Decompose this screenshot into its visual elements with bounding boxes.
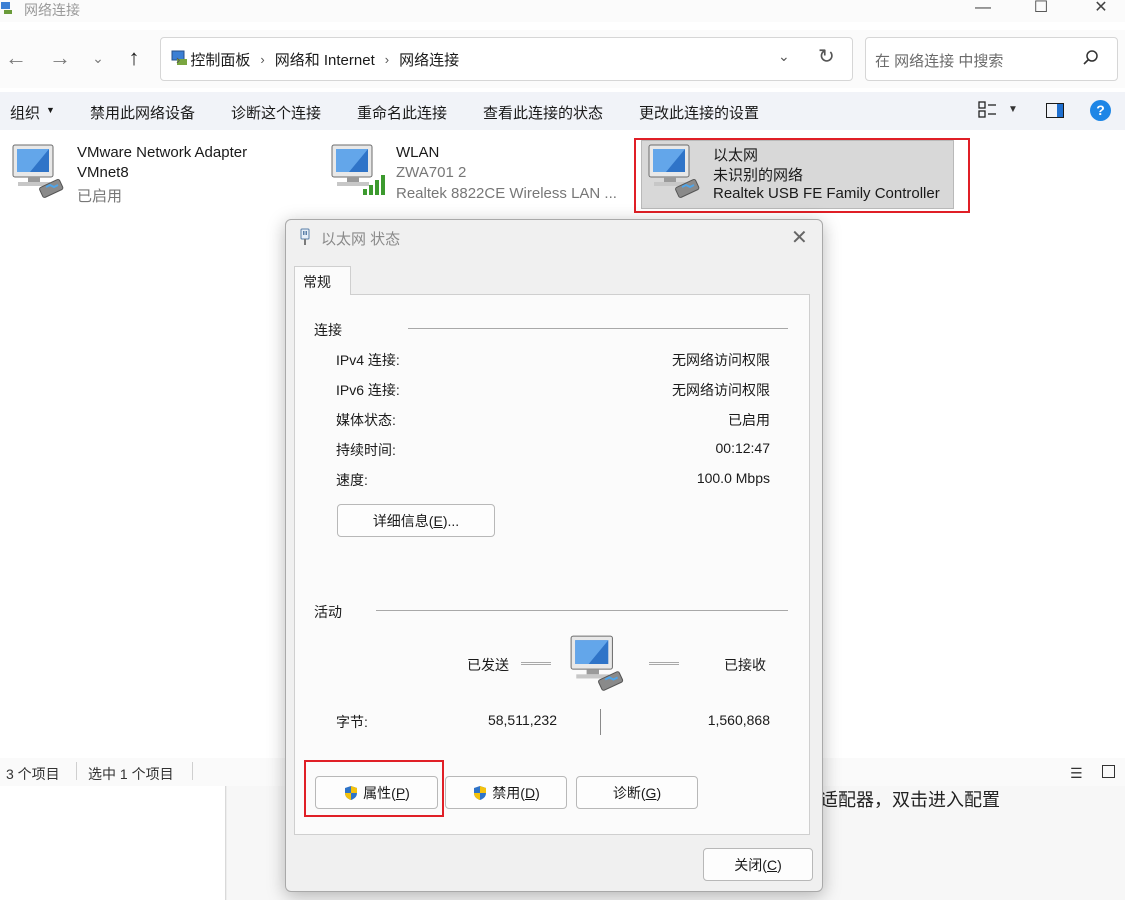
breadcrumb-separator-icon[interactable]: › (385, 52, 389, 67)
media-state-value: 已启用 (728, 412, 770, 428)
adapter-name[interactable]: WLAN (396, 144, 439, 161)
view-options-caret-icon[interactable]: ▼ (1008, 104, 1018, 115)
wifi-adapter-icon (331, 144, 385, 195)
address-dropdown-chevron-icon[interactable]: ⌄ (778, 48, 790, 65)
back-arrow-icon[interactable]: ← (2, 44, 30, 72)
details-button[interactable]: 详细信息(E)... (337, 504, 495, 537)
search-placeholder: 在 网络连接 中搜索 (875, 53, 1004, 70)
item-count: 3 个项目 (6, 766, 60, 782)
breadcrumb: › 控制面板 › 网络和 Internet › 网络连接 (176, 49, 459, 70)
bytes-divider (600, 709, 601, 735)
breadcrumb-item-network-internet[interactable]: 网络和 Internet (275, 49, 375, 70)
properties-button[interactable]: 属性(P) (315, 776, 438, 809)
duration-value: 00:12:47 (715, 440, 771, 456)
tab-general[interactable]: 常规 (294, 266, 351, 295)
recent-locations-chevron-icon[interactable]: ⌄ (84, 44, 112, 72)
large-icons-view-icon[interactable] (1102, 765, 1115, 778)
diagnose-connection-button[interactable]: 诊断这个连接 (231, 102, 321, 123)
refresh-icon[interactable]: ↻ (818, 44, 835, 69)
maximize-button[interactable]: ☐ (1018, 0, 1064, 18)
help-icon[interactable]: ? (1090, 100, 1111, 121)
details-view-icon[interactable]: ☰ (1070, 765, 1083, 782)
details-button-label: 详细信息(E)... (372, 512, 460, 529)
bytes-sent-value: 58,511,232 (487, 712, 557, 728)
general-tab-panel (294, 294, 810, 835)
adapter-device: Realtek 8822CE Wireless LAN ... (396, 185, 617, 202)
network-adapter-icon (12, 144, 64, 198)
properties-button-label: 属性(P) (363, 784, 410, 801)
up-arrow-icon[interactable]: ↑ (120, 44, 148, 72)
close-button-label: 关闭(C) (734, 856, 782, 873)
dialog-close-icon[interactable]: ✕ (791, 225, 808, 250)
ipv4-label: IPv4 连接: (336, 352, 400, 368)
group-divider (376, 610, 788, 611)
connection-group-label: 连接 (314, 322, 342, 338)
uac-shield-icon (474, 785, 487, 800)
breadcrumb-item-network-connections[interactable]: 网络连接 (399, 49, 459, 70)
background-text: 适配器，双击进入配置 (820, 790, 1000, 810)
minimize-button[interactable]: — (960, 0, 1006, 18)
adapter-device: Realtek USB FE Family Controller (713, 185, 940, 202)
adapter-name[interactable]: 以太网 (713, 144, 758, 165)
adapter-status: 已启用 (77, 188, 123, 205)
diagnose-button[interactable]: 诊断(G) (576, 776, 698, 809)
breadcrumb-item-control-panel[interactable]: 控制面板 (190, 49, 250, 70)
ipv4-value: 无网络访问权限 (672, 352, 770, 368)
disable-button-label: 禁用(D) (492, 784, 540, 801)
disable-button[interactable]: 禁用(D) (445, 776, 567, 809)
sent-label: 已发送 (467, 657, 509, 673)
network-plug-icon (300, 228, 310, 245)
disable-device-button[interactable]: 禁用此网络设备 (90, 102, 195, 123)
rename-connection-button[interactable]: 重命名此连接 (357, 102, 447, 123)
close-window-button[interactable]: ✕ (1078, 0, 1124, 18)
speed-value: 100.0 Mbps (696, 470, 770, 486)
received-label: 已接收 (724, 657, 766, 673)
ethernet-adapter-icon (648, 144, 700, 198)
dialog-title: 以太网 状态 (321, 231, 401, 248)
view-status-button[interactable]: 查看此连接的状态 (483, 102, 603, 123)
network-connections-icon (1, 2, 12, 14)
forward-arrow-icon[interactable]: → (46, 44, 74, 72)
search-icon[interactable] (1082, 49, 1100, 67)
activity-computer-icon (570, 635, 624, 691)
speed-label: 速度: (336, 472, 368, 488)
ipv6-value: 无网络访问权限 (672, 382, 770, 398)
activity-group-label: 活动 (314, 604, 342, 620)
group-divider (408, 328, 788, 329)
selected-count: 选中 1 个项目 (88, 766, 174, 782)
close-button[interactable]: 关闭(C) (703, 848, 813, 881)
adapter-device: VMnet8 (77, 164, 129, 181)
title-bar (0, 0, 1125, 22)
received-line (649, 662, 679, 665)
adapter-name[interactable]: VMware Network Adapter (77, 144, 247, 161)
sent-line (521, 662, 551, 665)
breadcrumb-separator-icon: › (176, 52, 181, 67)
media-state-label: 媒体状态: (336, 412, 396, 428)
ipv6-label: IPv6 连接: (336, 382, 400, 398)
bytes-label: 字节: (336, 714, 368, 730)
window-title: 网络连接 (24, 2, 80, 18)
change-view-icon[interactable] (978, 101, 998, 119)
background-nav-pane (0, 786, 226, 900)
bytes-received-value: 1,560,868 (707, 712, 770, 728)
adapter-network: ZWA701 2 (396, 164, 467, 181)
status-divider (76, 762, 77, 780)
status-divider (192, 762, 193, 780)
change-settings-button[interactable]: 更改此连接的设置 (639, 102, 759, 123)
adapter-network: 未识别的网络 (713, 167, 804, 184)
preview-pane-icon[interactable] (1046, 103, 1064, 118)
breadcrumb-separator-icon[interactable]: › (260, 52, 264, 67)
organize-caret-icon[interactable]: ▼ (46, 105, 55, 115)
duration-label: 持续时间: (336, 442, 396, 458)
uac-shield-icon (345, 785, 358, 800)
organize-menu[interactable]: 组织 (10, 102, 40, 123)
diagnose-button-label: 诊断(G) (612, 784, 662, 801)
